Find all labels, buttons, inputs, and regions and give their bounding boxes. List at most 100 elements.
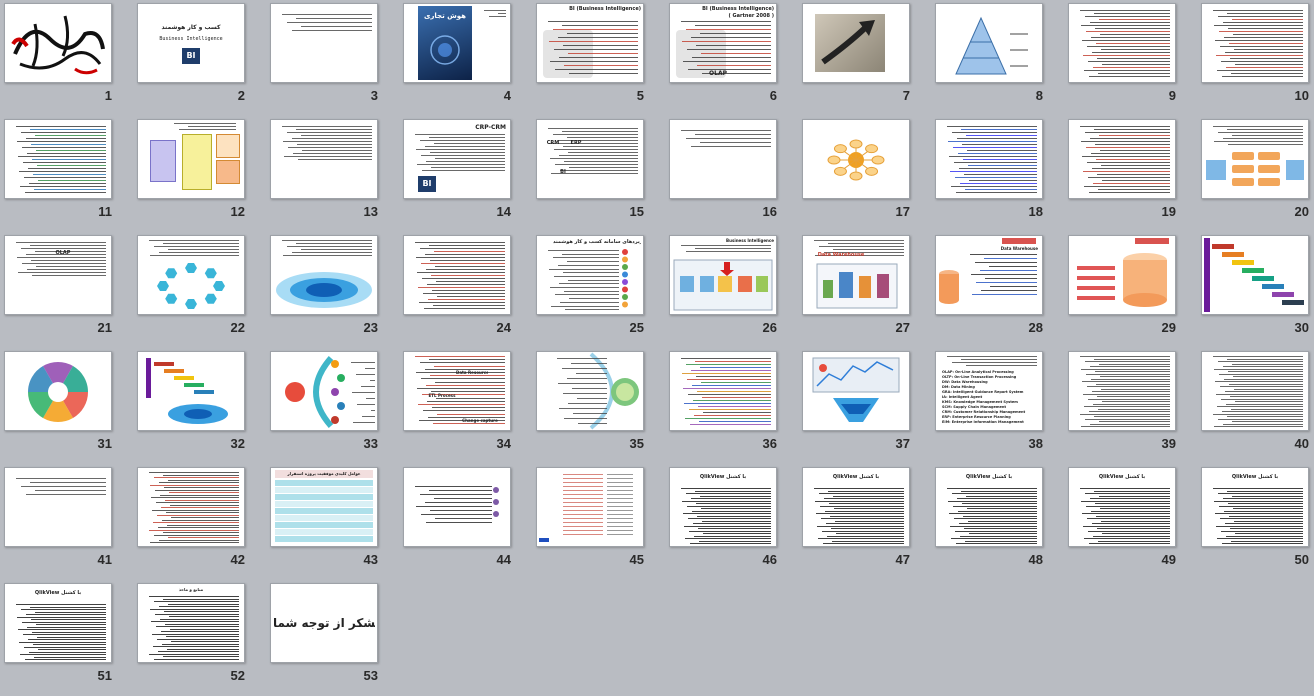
slide-preview[interactable] — [536, 467, 644, 547]
slide-thumbnail[interactable]: کسب و کار هوشمند Business Intelligence BI 2 — [133, 0, 266, 116]
slide-thumbnail[interactable]: Data Warehouse 28 — [931, 232, 1064, 348]
slide-preview[interactable]: BI (Business Intelligence) — [536, 3, 644, 83]
slide-preview[interactable]: Business Intelligence — [669, 235, 777, 315]
slide-preview[interactable]: QlikView با کشنل — [802, 467, 910, 547]
slide-thumbnail[interactable]: 42 — [133, 464, 266, 580]
slide-thumbnail[interactable]: 19 — [1064, 116, 1197, 232]
slide-preview[interactable]: منابع و ماخذ — [137, 583, 245, 663]
slide-preview[interactable] — [1068, 119, 1176, 199]
slide-thumbnail[interactable]: 30 — [1197, 232, 1314, 348]
slide-preview[interactable] — [1068, 351, 1176, 431]
slide-preview[interactable] — [137, 235, 245, 315]
slide-preview[interactable] — [669, 351, 777, 431]
slide-thumbnail[interactable]: عوامل کلیدی موفقیت پروژه استقرار 43 — [266, 464, 399, 580]
slide-thumbnail[interactable]: QlikView با کشنل 48 — [931, 464, 1064, 580]
slide-preview[interactable] — [536, 351, 644, 431]
slide-preview[interactable]: کسب و کار هوشمند Business Intelligence BI — [137, 3, 245, 83]
slide-thumbnail[interactable]: QlikView با کشنل 51 — [0, 580, 133, 696]
slide-preview[interactable] — [935, 3, 1043, 83]
slide-preview[interactable]: عوامل کلیدی موفقیت پروژه استقرار — [270, 467, 378, 547]
slide-preview[interactable]: QlikView با کشنل — [669, 467, 777, 547]
slide-thumbnail[interactable]: 24 — [399, 232, 532, 348]
slide-preview[interactable] — [270, 3, 378, 83]
slide-thumbnail[interactable]: Data Resources ETL Process Change capture 3… — [399, 348, 532, 464]
slide-preview[interactable] — [270, 235, 378, 315]
slide-preview[interactable]: OLAP — [4, 235, 112, 315]
slide-thumbnail[interactable]: CRM ERP BI 15 — [532, 116, 665, 232]
slide-preview[interactable] — [4, 351, 112, 431]
slide-thumbnail[interactable]: 40 — [1197, 348, 1314, 464]
slide-thumbnail[interactable]: OLAP 21 — [0, 232, 133, 348]
slide-preview[interactable] — [403, 467, 511, 547]
slide-thumbnail[interactable]: 9 — [1064, 0, 1197, 116]
slide-thumbnail[interactable]: 13 — [266, 116, 399, 232]
slide-preview[interactable] — [802, 3, 910, 83]
slide-preview[interactable] — [1201, 351, 1309, 431]
slide-thumbnail[interactable]: 44 — [399, 464, 532, 580]
slide-preview[interactable] — [4, 119, 112, 199]
slide-thumbnail[interactable]: BI (Business Intelligence) 5 — [532, 0, 665, 116]
slide-thumbnail[interactable]: 23 — [266, 232, 399, 348]
slide-preview[interactable]: با تشکر از توجه شما — [270, 583, 378, 663]
slide-preview[interactable] — [1068, 235, 1176, 315]
slide-preview[interactable]: CRP-CRM BI — [403, 119, 511, 199]
slide-thumbnail[interactable]: 22 — [133, 232, 266, 348]
slide-preview[interactable]: Data Warehouse — [802, 235, 910, 315]
slide-preview[interactable]: هوش تجاری — [403, 3, 511, 83]
slide-thumbnail[interactable]: 45 — [532, 464, 665, 580]
slide-preview[interactable]: QlikView با کشنل — [935, 467, 1043, 547]
slide-thumbnail[interactable]: QlikView با کشنل 46 — [665, 464, 798, 580]
slide-preview[interactable] — [1201, 3, 1309, 83]
slide-thumbnail[interactable]: منابع و ماخذ 52 — [133, 580, 266, 696]
slide-thumbnail[interactable]: 12 — [133, 116, 266, 232]
slide-thumbnail[interactable]: Business Intelligence 26 — [665, 232, 798, 348]
slide-thumbnail[interactable]: 41 — [0, 464, 133, 580]
slide-thumbnail[interactable]: 1 — [0, 0, 133, 116]
slide-thumbnail[interactable]: 7 — [798, 0, 931, 116]
slide-thumbnail[interactable]: 37 — [798, 348, 931, 464]
slide-preview[interactable]: Data Resources ETL Process Change capture — [403, 351, 511, 431]
slide-preview[interactable]: OLAP: On-Line Analytical Processing OLTP:… — [935, 351, 1043, 431]
slide-thumbnail[interactable]: 18 — [931, 116, 1064, 232]
slide-preview[interactable] — [137, 467, 245, 547]
slide-preview[interactable] — [137, 351, 245, 431]
slide-preview[interactable] — [1201, 235, 1309, 315]
slide-preview[interactable]: BI (Business Intelligence)( Gartner 2008… — [669, 3, 777, 83]
slide-preview[interactable]: کاربردهای سامانه کسب و کار هوشمند — [536, 235, 644, 315]
slide-thumbnail[interactable]: کاربردهای سامانه کسب و کار هوشمند 25 — [532, 232, 665, 348]
slide-preview[interactable] — [4, 3, 112, 83]
slide-preview[interactable] — [4, 467, 112, 547]
slide-thumbnail[interactable]: 10 — [1197, 0, 1314, 116]
slide-preview[interactable]: QlikView با کشنل — [1068, 467, 1176, 547]
slide-thumbnail[interactable]: 20 — [1197, 116, 1314, 232]
slide-thumbnail[interactable]: CRP-CRM BI 14 — [399, 116, 532, 232]
slide-preview[interactable]: CRM ERP BI — [536, 119, 644, 199]
slide-preview[interactable]: Data Warehouse — [935, 235, 1043, 315]
slide-thumbnail[interactable]: 8 — [931, 0, 1064, 116]
slide-thumbnail[interactable]: QlikView با کشنل 49 — [1064, 464, 1197, 580]
slide-preview[interactable] — [403, 235, 511, 315]
slide-thumbnail[interactable]: BI (Business Intelligence)( Gartner 2008… — [665, 0, 798, 116]
slide-thumbnail[interactable]: 35 — [532, 348, 665, 464]
slide-preview[interactable]: QlikView با کشنل — [4, 583, 112, 663]
slide-thumbnail[interactable]: 17 — [798, 116, 931, 232]
slide-thumbnail[interactable]: 29 — [1064, 232, 1197, 348]
slide-thumbnail[interactable]: 32 — [133, 348, 266, 464]
slide-preview[interactable] — [802, 119, 910, 199]
slide-preview[interactable]: QlikView با کشنل — [1201, 467, 1309, 547]
slide-thumbnail[interactable]: 39 — [1064, 348, 1197, 464]
slide-preview[interactable] — [137, 119, 245, 199]
slide-preview[interactable] — [270, 351, 378, 431]
slide-thumbnail[interactable]: 16 — [665, 116, 798, 232]
slide-thumbnail[interactable]: 3 — [266, 0, 399, 116]
slide-thumbnail[interactable]: QlikView با کشنل 50 — [1197, 464, 1314, 580]
slide-thumbnail[interactable]: هوش تجاری 4 — [399, 0, 532, 116]
slide-thumbnail[interactable]: 36 — [665, 348, 798, 464]
slide-thumbnail[interactable]: 31 — [0, 348, 133, 464]
slide-preview[interactable] — [1068, 3, 1176, 83]
slide-thumbnail[interactable]: با تشکر از توجه شما 53 — [266, 580, 399, 696]
slide-thumbnail[interactable]: Data Warehouse 27 — [798, 232, 931, 348]
slide-thumbnail[interactable]: OLAP: On-Line Analytical Processing OLTP:… — [931, 348, 1064, 464]
slide-preview[interactable] — [935, 119, 1043, 199]
slide-preview[interactable] — [669, 119, 777, 199]
